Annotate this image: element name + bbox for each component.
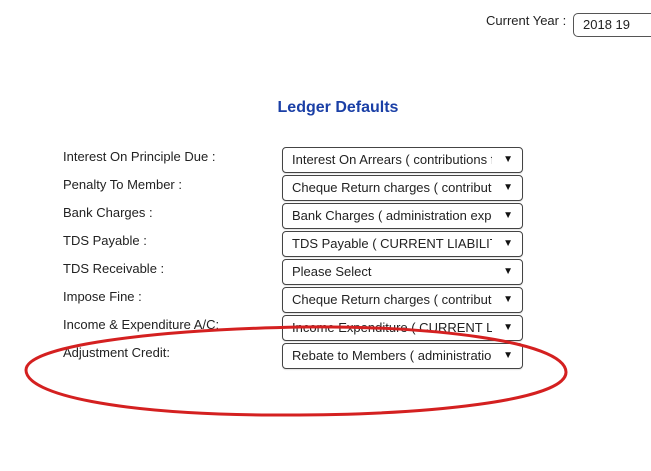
row-label-tds-payable: TDS Payable : bbox=[63, 233, 147, 248]
chevron-down-icon: ▼ bbox=[503, 322, 513, 333]
chevron-down-icon: ▼ bbox=[503, 238, 513, 249]
select-value: Cheque Return charges ( contributio bbox=[292, 180, 492, 195]
page-title: Ledger Defaults bbox=[277, 99, 399, 116]
current-year-field[interactable]: 2018 19 bbox=[573, 13, 651, 37]
row-label-impose-fine: Impose Fine : bbox=[63, 289, 142, 304]
select-tds-receivable[interactable]: Please Select ▼ bbox=[282, 259, 523, 285]
chevron-down-icon: ▼ bbox=[503, 154, 513, 165]
row-label-income-expenditure: Income & Expenditure A/C: bbox=[63, 317, 220, 332]
chevron-down-icon: ▼ bbox=[503, 210, 513, 221]
select-interest-on-principle-due[interactable]: Interest On Arrears ( contributions fr ▼ bbox=[282, 147, 523, 173]
select-value: Please Select bbox=[292, 264, 372, 279]
select-impose-fine[interactable]: Cheque Return charges ( contributio ▼ bbox=[282, 287, 523, 313]
select-value: Cheque Return charges ( contributio bbox=[292, 292, 492, 307]
row-label-tds-receivable: TDS Receivable : bbox=[63, 261, 165, 276]
select-value: Income Expenditure ( CURRENT LI bbox=[292, 320, 492, 335]
select-value: Interest On Arrears ( contributions fr bbox=[292, 152, 492, 167]
select-penalty-to-member[interactable]: Cheque Return charges ( contributio ▼ bbox=[282, 175, 523, 201]
chevron-down-icon: ▼ bbox=[503, 350, 513, 361]
select-bank-charges[interactable]: Bank Charges ( administration expe ▼ bbox=[282, 203, 523, 229]
chevron-down-icon: ▼ bbox=[503, 182, 513, 193]
row-label-adjustment-credit: Adjustment Credit: bbox=[63, 345, 170, 360]
chevron-down-icon: ▼ bbox=[503, 266, 513, 277]
row-label-penalty-to-member: Penalty To Member : bbox=[63, 177, 182, 192]
row-label-bank-charges: Bank Charges : bbox=[63, 205, 153, 220]
select-value: Rebate to Members ( administration bbox=[292, 348, 492, 363]
select-income-expenditure[interactable]: Income Expenditure ( CURRENT LI ▼ bbox=[282, 315, 523, 341]
select-value: TDS Payable ( CURRENT LIABILIT bbox=[292, 236, 492, 251]
select-value: Bank Charges ( administration expe bbox=[292, 208, 492, 223]
select-tds-payable[interactable]: TDS Payable ( CURRENT LIABILIT ▼ bbox=[282, 231, 523, 257]
select-adjustment-credit[interactable]: Rebate to Members ( administration ▼ bbox=[282, 343, 523, 369]
current-year-label: Current Year : bbox=[486, 13, 567, 28]
row-label-interest-on-principle-due: Interest On Principle Due : bbox=[63, 149, 216, 164]
chevron-down-icon: ▼ bbox=[503, 294, 513, 305]
